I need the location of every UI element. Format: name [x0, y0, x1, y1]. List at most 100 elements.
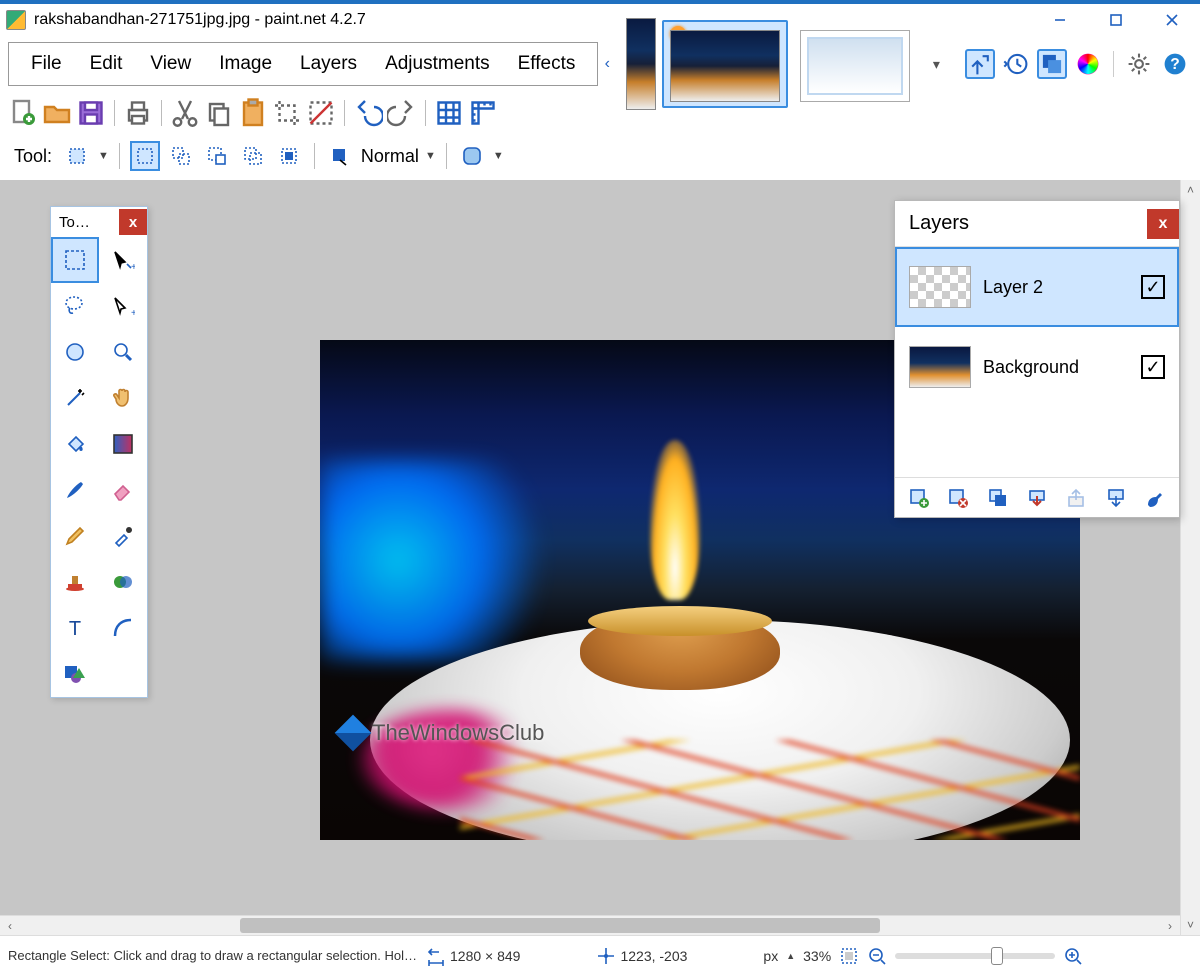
layer-duplicate-button[interactable]: [984, 484, 1012, 512]
layer-row[interactable]: Layer 2 ✓: [895, 247, 1179, 327]
tool-zoom[interactable]: [99, 329, 147, 375]
tool-paintbrush[interactable]: [51, 467, 99, 513]
selection-replace[interactable]: [130, 141, 160, 171]
zoom-slider[interactable]: [895, 953, 1055, 959]
layer-move-down-button[interactable]: [1102, 484, 1130, 512]
menu-view[interactable]: View: [136, 53, 205, 75]
settings-button[interactable]: [1124, 49, 1154, 79]
current-tool-indicator[interactable]: [62, 141, 92, 171]
selection-invert[interactable]: [274, 141, 304, 171]
crop-button[interactable]: [272, 98, 302, 128]
vertical-scrollbar[interactable]: ˄ ˅: [1180, 180, 1200, 935]
zoom-out-button[interactable]: [867, 946, 887, 966]
selection-add[interactable]: [166, 141, 196, 171]
scroll-down-icon[interactable]: ˅: [1181, 915, 1200, 935]
flood-mode-dropdown[interactable]: ▼: [493, 150, 504, 162]
menu-edit[interactable]: Edit: [76, 53, 137, 75]
zoom-in-button[interactable]: [1063, 946, 1083, 966]
scrollbar-thumb[interactable]: [240, 918, 880, 933]
tool-shapes[interactable]: [51, 651, 99, 697]
tool-pan[interactable]: [99, 375, 147, 421]
layer-visibility-checkbox[interactable]: ✓: [1141, 275, 1165, 299]
selection-subtract[interactable]: [202, 141, 232, 171]
tools-panel-title: To…: [59, 214, 90, 231]
tool-recolor[interactable]: [99, 559, 147, 605]
scroll-up-icon[interactable]: ˄: [1181, 180, 1200, 200]
help-button[interactable]: ?: [1160, 49, 1190, 79]
tool-text[interactable]: T: [51, 605, 99, 651]
zoom-to-window-button[interactable]: [839, 946, 859, 966]
undo-button[interactable]: [353, 98, 383, 128]
tools-window-toggle[interactable]: [965, 49, 995, 79]
scroll-left-icon[interactable]: ‹: [0, 916, 20, 935]
tool-eraser[interactable]: [99, 467, 147, 513]
units-dropdown-icon[interactable]: ▲: [786, 951, 795, 961]
units-value: px: [763, 948, 778, 964]
deselect-button[interactable]: [306, 98, 336, 128]
title-bar: rakshabandhan-271751jpg.jpg - paint.net …: [0, 0, 1200, 36]
maximize-button[interactable]: [1088, 4, 1144, 36]
save-button[interactable]: [76, 98, 106, 128]
close-button[interactable]: [1144, 4, 1200, 36]
status-bar: Rectangle Select: Click and drag to draw…: [0, 935, 1200, 975]
horizontal-scrollbar[interactable]: ‹ ›: [0, 915, 1180, 935]
blend-mode-dropdown[interactable]: ▼: [425, 150, 436, 162]
tools-panel-header[interactable]: To… x: [51, 207, 147, 237]
scroll-right-icon[interactable]: ›: [1160, 916, 1180, 935]
layers-panel-close[interactable]: x: [1147, 209, 1179, 239]
thumbnails-dropdown[interactable]: ▾: [926, 54, 946, 74]
tool-move-selected-pixels[interactable]: +: [99, 283, 147, 329]
tool-ellipse-select[interactable]: [51, 329, 99, 375]
history-window-toggle[interactable]: [1001, 49, 1031, 79]
menu-effects[interactable]: Effects: [504, 53, 590, 75]
menu-image[interactable]: Image: [205, 53, 286, 75]
tool-color-picker[interactable]: [99, 513, 147, 559]
ruler-toggle[interactable]: [468, 98, 498, 128]
open-button[interactable]: [42, 98, 72, 128]
tool-move-selection[interactable]: +: [99, 237, 147, 283]
layers-panel-header[interactable]: Layers x: [895, 201, 1179, 247]
menu-adjustments[interactable]: Adjustments: [371, 53, 504, 75]
layer-merge-down-button[interactable]: [1023, 484, 1051, 512]
paste-button[interactable]: [238, 98, 268, 128]
tool-lasso-select[interactable]: [51, 283, 99, 329]
thumbnail-slot-1[interactable]: [662, 20, 788, 108]
status-units[interactable]: px ▲: [763, 948, 795, 964]
svg-text:?: ?: [1170, 56, 1180, 73]
menu-scroll-left[interactable]: ‹: [598, 42, 616, 86]
layer-properties-button[interactable]: [1141, 484, 1169, 512]
zoom-slider-knob[interactable]: [991, 947, 1003, 965]
redo-button[interactable]: [387, 98, 417, 128]
sampling-mode[interactable]: [325, 141, 355, 171]
cut-button[interactable]: [170, 98, 200, 128]
layer-move-up-button[interactable]: [1062, 484, 1090, 512]
thumbnail-slot-0[interactable]: [624, 16, 658, 112]
layer-visibility-checkbox[interactable]: ✓: [1141, 355, 1165, 379]
tool-gradient[interactable]: [99, 421, 147, 467]
copy-button[interactable]: [204, 98, 234, 128]
tool-dropdown[interactable]: ▼: [98, 150, 109, 162]
tool-magic-wand[interactable]: [51, 375, 99, 421]
tool-clone-stamp[interactable]: [51, 559, 99, 605]
layers-window-toggle[interactable]: [1037, 49, 1067, 79]
tools-panel-close[interactable]: x: [119, 209, 147, 235]
flood-mode[interactable]: [457, 141, 487, 171]
layer-delete-button[interactable]: [944, 484, 972, 512]
selection-intersect[interactable]: [238, 141, 268, 171]
tool-paint-bucket[interactable]: [51, 421, 99, 467]
tool-rectangle-select[interactable]: [51, 237, 99, 283]
menu-layers[interactable]: Layers: [286, 53, 371, 75]
layer-add-button[interactable]: [905, 484, 933, 512]
tool-pencil[interactable]: [51, 513, 99, 559]
grid-toggle[interactable]: [434, 98, 464, 128]
menu-file[interactable]: File: [17, 53, 76, 75]
new-button[interactable]: [8, 98, 38, 128]
tool-line-curve[interactable]: [99, 605, 147, 651]
status-zoom[interactable]: 33%: [803, 948, 831, 964]
layer-row[interactable]: Background ✓: [895, 327, 1179, 407]
thumbnail-slot-2[interactable]: [792, 20, 918, 108]
minimize-button[interactable]: [1032, 4, 1088, 36]
colors-window-toggle[interactable]: [1073, 49, 1103, 79]
canvas-content: [460, 740, 1080, 840]
print-button[interactable]: [123, 98, 153, 128]
